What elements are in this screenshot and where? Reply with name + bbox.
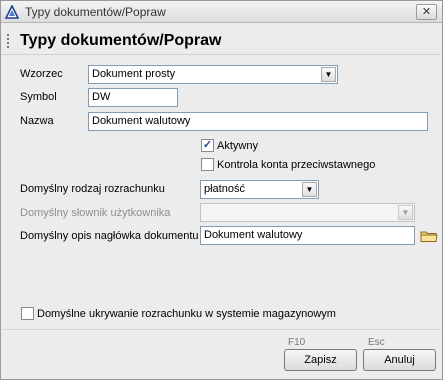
opis-naglowka-field[interactable]: Dokument walutowy: [200, 226, 415, 245]
ukrywanie-checkbox[interactable]: [21, 307, 34, 320]
grip-handle-icon: [7, 34, 9, 48]
slownik-uzytkownika-select[interactable]: ▼: [200, 203, 415, 222]
ukrywanie-label: Domyślne ukrywanie rozrachunku w systemi…: [37, 308, 336, 320]
dialog-window: Typy dokumentów/Popraw ✕ Typy dokumentów…: [0, 0, 443, 380]
symbol-label: Symbol: [20, 91, 57, 103]
kontrola-label: Kontrola konta przeciwstawnego: [217, 159, 376, 171]
wzorzec-value: Dokument prosty: [92, 68, 176, 80]
aktywny-checkbox[interactable]: ✓: [201, 139, 214, 152]
cancel-shortcut-hint: Esc: [368, 337, 385, 348]
rodzaj-rozrachunku-value: płatność: [204, 183, 245, 195]
folder-icon[interactable]: [420, 229, 438, 243]
chevron-down-icon[interactable]: ▼: [321, 67, 336, 82]
title-bar[interactable]: Typy dokumentów/Popraw ✕: [1, 1, 442, 23]
checkmark-icon: ✓: [202, 139, 213, 151]
symbol-field[interactable]: DW: [88, 88, 178, 107]
nazwa-field[interactable]: Dokument walutowy: [88, 112, 428, 131]
cancel-button[interactable]: Anuluj: [363, 349, 436, 371]
close-icon: ✕: [421, 6, 432, 18]
opis-naglowka-label: Domyślny opis nagłówka dokumentu: [20, 230, 199, 242]
header-bar: Typy dokumentów/Popraw: [2, 29, 441, 55]
chevron-down-icon[interactable]: ▼: [302, 182, 317, 197]
rodzaj-rozrachunku-select[interactable]: płatność ▼: [200, 180, 319, 199]
close-button[interactable]: ✕: [416, 4, 437, 20]
page-title: Typy dokumentów/Popraw: [20, 32, 222, 49]
kontrola-checkbox[interactable]: [201, 158, 214, 171]
wzorzec-select[interactable]: Dokument prosty ▼: [88, 65, 338, 84]
rodzaj-rozrachunku-label: Domyślny rodzaj rozrachunku: [20, 183, 165, 195]
app-triangle-icon: [5, 5, 19, 19]
nazwa-label: Nazwa: [20, 115, 54, 127]
save-shortcut-hint: F10: [288, 337, 306, 348]
window-title: Typy dokumentów/Popraw: [25, 5, 166, 19]
footer-divider: [2, 329, 441, 330]
wzorzec-label: Wzorzec: [20, 68, 63, 80]
aktywny-label: Aktywny: [217, 140, 258, 152]
save-button[interactable]: Zapisz: [284, 349, 357, 371]
slownik-uzytkownika-label: Domyślny słownik użytkownika: [20, 207, 171, 219]
chevron-down-icon[interactable]: ▼: [398, 205, 413, 220]
